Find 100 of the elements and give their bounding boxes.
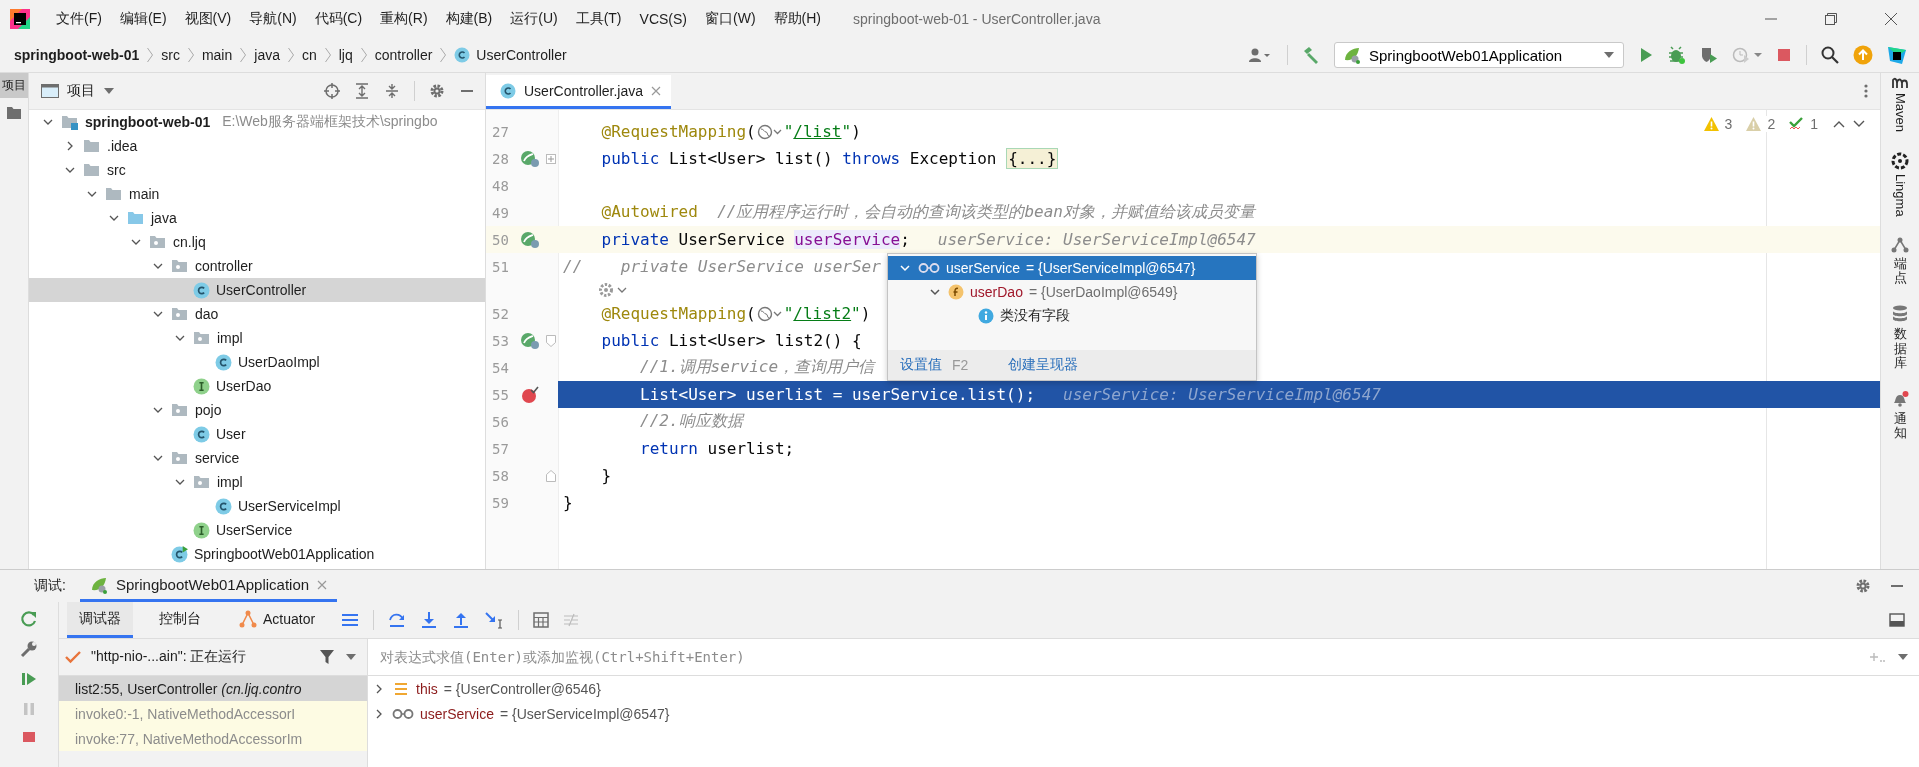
- caret-icon[interactable]: [1897, 653, 1909, 661]
- breakpoint-icon[interactable]: [520, 385, 540, 404]
- breadcrumb[interactable]: cn: [301, 47, 317, 63]
- step-into-icon[interactable]: [420, 611, 439, 629]
- tree-item[interactable]: main: [29, 182, 485, 206]
- settings-icon[interactable]: [429, 83, 445, 99]
- close-icon[interactable]: [1885, 13, 1897, 25]
- user-icon[interactable]: [1249, 47, 1273, 63]
- calculator-icon[interactable]: [533, 612, 550, 628]
- tree-item[interactable]: dao: [29, 302, 485, 326]
- tree-item[interactable]: .idea: [29, 134, 485, 158]
- menu-item[interactable]: VCS(S): [631, 11, 695, 27]
- app-logo-icon[interactable]: [10, 9, 30, 29]
- filter-icon[interactable]: [319, 649, 335, 665]
- breadcrumb[interactable]: UserController: [476, 47, 567, 63]
- breadcrumb[interactable]: src: [161, 47, 180, 63]
- menu-item[interactable]: 重构(R): [372, 10, 436, 28]
- profiler-icon[interactable]: [1732, 46, 1762, 64]
- inspection-count[interactable]: 2: [1767, 116, 1776, 132]
- tree-item[interactable]: impl: [29, 470, 485, 494]
- value-tree-item[interactable]: userDao = {UserDaoImpl@6549}: [888, 280, 1256, 304]
- bell-icon[interactable]: [1891, 390, 1909, 409]
- tree-item[interactable]: SpringbootWeb01Application: [29, 542, 485, 566]
- globe-icon[interactable]: [756, 305, 783, 322]
- wrench-icon[interactable]: [20, 640, 38, 658]
- menu-item[interactable]: 构建(B): [437, 10, 501, 28]
- breadcrumb[interactable]: main: [201, 47, 233, 63]
- tree-item[interactable]: User: [29, 422, 485, 446]
- hammer-icon[interactable]: [1302, 46, 1320, 64]
- step-out-icon[interactable]: [452, 611, 471, 629]
- menu-item[interactable]: 编辑(E): [111, 10, 175, 28]
- breadcrumb[interactable]: ljq: [338, 47, 353, 63]
- popup-link[interactable]: 创建呈现器: [1008, 356, 1079, 374]
- popup-link[interactable]: 设置值: [900, 356, 942, 374]
- menu-item[interactable]: 工具(T): [567, 10, 630, 28]
- tree-item[interactable]: cn.ljq: [29, 230, 485, 254]
- menu-item[interactable]: 导航(N): [241, 10, 305, 28]
- value-tree-item[interactable]: userService = {UserServiceImpl@6547}: [888, 256, 1256, 280]
- tree-item[interactable]: UserServiceImpl: [29, 494, 485, 518]
- globe-icon[interactable]: [756, 123, 783, 140]
- tool-window-tab[interactable]: 项目: [0, 73, 28, 99]
- menu-item[interactable]: 代码(C): [306, 10, 371, 28]
- tree-item[interactable]: UserController: [29, 278, 485, 302]
- search-icon[interactable]: [1821, 46, 1839, 64]
- expand-all-icon[interactable]: [354, 83, 370, 99]
- editor-tab[interactable]: UserController.java: [486, 75, 672, 109]
- bean-icon[interactable]: [520, 149, 540, 168]
- run-configuration-dropdown[interactable]: SpringbootWeb01Application: [1334, 42, 1624, 68]
- maven-icon[interactable]: [1892, 77, 1908, 89]
- menu-item[interactable]: 运行(U): [502, 10, 566, 28]
- menu-item[interactable]: 帮助(H): [765, 10, 829, 28]
- tree-item[interactable]: UserService: [29, 518, 485, 542]
- tree-item[interactable]: impl: [29, 326, 485, 350]
- bean-icon[interactable]: [520, 331, 540, 350]
- previous-icon[interactable]: [1832, 119, 1846, 129]
- inspection-count[interactable]: 3: [1724, 116, 1733, 132]
- variable-item[interactable]: userService = {UserServiceImpl@6547}: [368, 701, 1919, 726]
- layout-icon[interactable]: [1889, 613, 1905, 627]
- panel-title[interactable]: 项目: [67, 82, 95, 100]
- stop-icon[interactable]: [20, 730, 38, 742]
- locate-icon[interactable]: [324, 83, 340, 99]
- breadcrumb[interactable]: java: [254, 47, 280, 63]
- toolbox-icon[interactable]: [1887, 45, 1907, 65]
- collapse-all-icon[interactable]: [384, 83, 400, 99]
- inspection-count[interactable]: 1: [1810, 116, 1818, 132]
- tool-window-tab[interactable]: Maven: [1892, 77, 1908, 133]
- folder-icon[interactable]: [6, 106, 22, 121]
- stack-frame[interactable]: list2:55, UserController (cn.ljq.contro: [59, 676, 367, 701]
- menu-item[interactable]: 窗口(W): [697, 10, 764, 28]
- resume-icon[interactable]: [20, 670, 38, 688]
- debug-tab[interactable]: 调试器: [67, 602, 133, 638]
- inlay-hint-icon[interactable]: [598, 282, 628, 298]
- tree-item[interactable]: controller: [29, 254, 485, 278]
- run-icon[interactable]: [1638, 47, 1654, 63]
- menu-icon[interactable]: [341, 613, 360, 627]
- step-over-icon[interactable]: [388, 611, 407, 629]
- tool-window-tab[interactable]: Lingma: [1891, 152, 1909, 217]
- tree-item[interactable]: service: [29, 446, 485, 470]
- tree-item[interactable]: java: [29, 206, 485, 230]
- tool-window-tab[interactable]: 端点: [1891, 236, 1909, 286]
- run-to-cursor-icon[interactable]: [484, 611, 505, 629]
- restore-icon[interactable]: [1825, 13, 1837, 25]
- bean-icon[interactable]: [520, 230, 540, 249]
- database-icon[interactable]: [1892, 305, 1908, 324]
- tree-item[interactable]: pojo: [29, 398, 485, 422]
- settings-icon[interactable]: [1855, 578, 1871, 594]
- menu-item[interactable]: 视图(V): [176, 10, 240, 28]
- tree-item[interactable]: springboot-web-01 E:\Web服务器端框架技术\springbo: [29, 110, 485, 134]
- typo-check-icon[interactable]: [1789, 117, 1805, 131]
- menu-item[interactable]: 文件(F): [48, 10, 110, 28]
- tree-item[interactable]: src: [29, 158, 485, 182]
- update-icon[interactable]: [1853, 45, 1873, 65]
- tree-item[interactable]: UserDaoImpl: [29, 350, 485, 374]
- debug-tab[interactable]: Actuator: [227, 602, 328, 638]
- tool-window-tab[interactable]: 通知: [1891, 390, 1909, 441]
- tool-window-tab[interactable]: 数据库: [1892, 305, 1908, 371]
- expand-fold-icon[interactable]: [546, 153, 556, 164]
- next-icon[interactable]: [1852, 119, 1866, 129]
- gear-icon[interactable]: [1891, 152, 1909, 171]
- stop-icon[interactable]: [1776, 47, 1792, 63]
